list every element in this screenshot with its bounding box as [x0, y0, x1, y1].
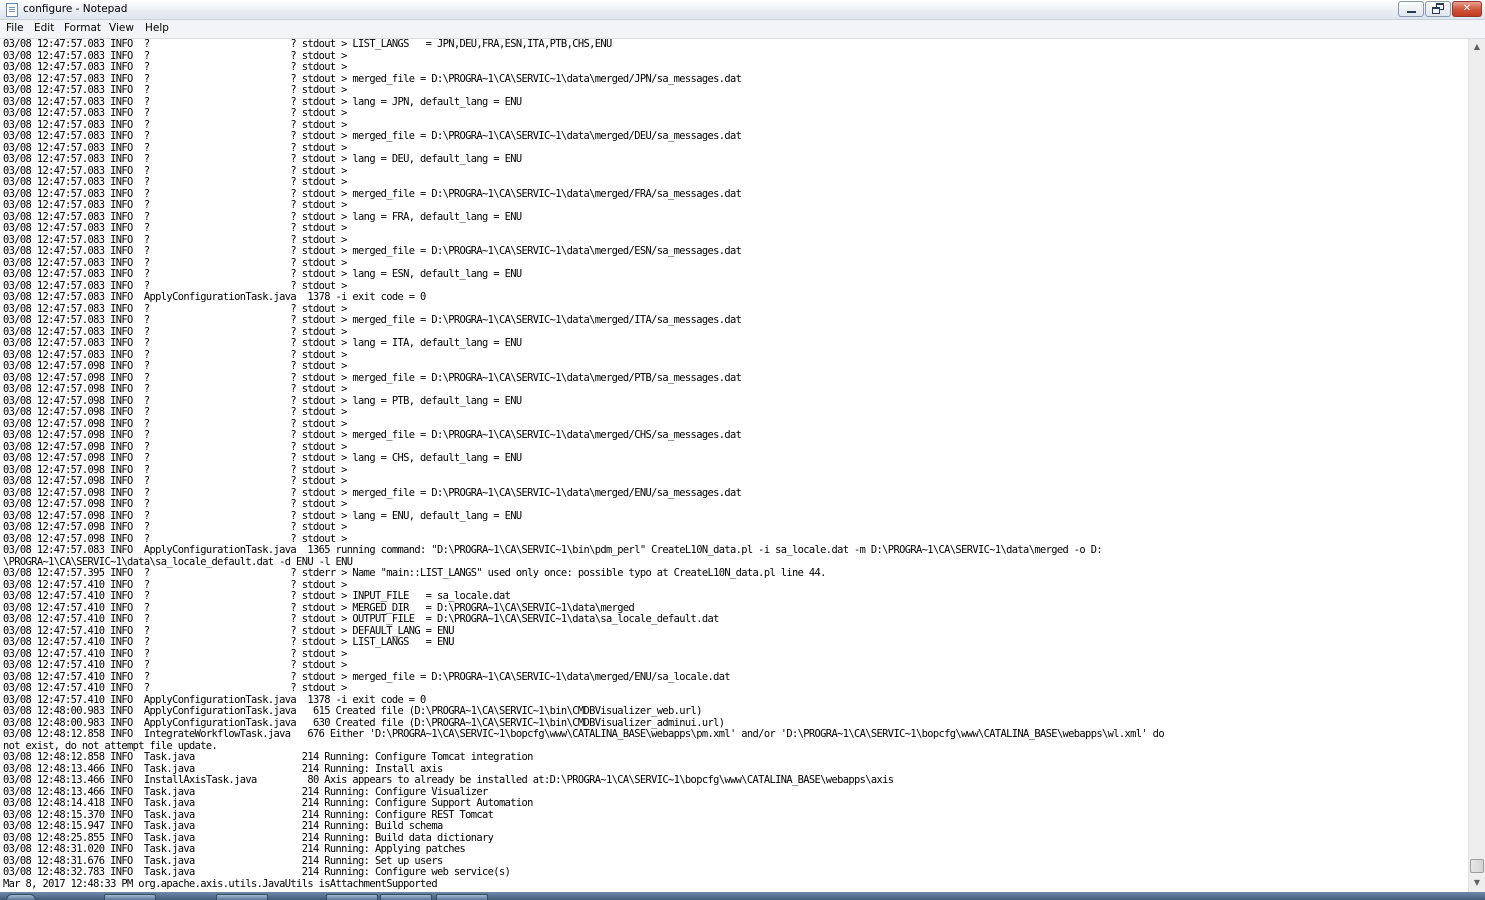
text-line: 03/08 12:47:57.098 INFO ? ? stdout > lan… [3, 452, 522, 464]
close-icon: ✕ [1462, 3, 1472, 14]
text-line: 03/08 12:48:12.858 INFO Task.java 214 Ru… [3, 751, 533, 763]
text-line: 03/08 12:47:57.083 INFO ? ? stdout > [3, 84, 347, 96]
text-line: 03/08 12:48:14.418 INFO Task.java 214 Ru… [3, 797, 533, 809]
text-line: 03/08 12:48:13.466 INFO InstallAxisTask.… [3, 774, 894, 786]
menu-help[interactable]: Help [145, 22, 169, 34]
text-line: 03/08 12:47:57.083 INFO ? ? stdout > mer… [3, 130, 742, 142]
taskbar-app-2[interactable] [216, 894, 268, 900]
taskbar-app-5[interactable] [436, 894, 488, 900]
text-line: 03/08 12:47:57.098 INFO ? ? stdout > [3, 383, 347, 395]
text-line: 03/08 12:47:57.410 INFO ? ? stdout > OUT… [3, 613, 719, 625]
text-line: 03/08 12:47:57.083 INFO ? ? stdout > [3, 107, 347, 119]
maximize-button[interactable] [1425, 1, 1451, 17]
text-line: 03/08 12:47:57.098 INFO ? ? stdout > [3, 360, 347, 372]
minimize-icon [1407, 11, 1416, 13]
text-line: 03/08 12:47:57.083 INFO ? ? stdout > mer… [3, 245, 742, 257]
text-line: 03/08 12:47:57.410 INFO ? ? stdout > INP… [3, 590, 511, 602]
notepad-icon [6, 3, 18, 17]
text-line: 03/08 12:47:57.083 INFO ? ? stdout > LIS… [3, 39, 612, 50]
text-line: 03/08 12:48:32.783 INFO Task.java 214 Ru… [3, 866, 511, 878]
restore-icon-front [1432, 7, 1440, 14]
text-line: 03/08 12:47:57.083 INFO ? ? stdout > [3, 176, 347, 188]
menu-bar: File Edit Format View Help [0, 20, 1485, 39]
text-line: 03/08 12:47:57.083 INFO ? ? stdout > [3, 199, 347, 211]
scroll-down-arrow-icon[interactable]: ▼ [1469, 875, 1485, 891]
text-line: 03/08 12:47:57.098 INFO ? ? stdout > [3, 475, 347, 487]
window-title: configure - Notepad [23, 3, 128, 15]
menu-format[interactable]: Format [64, 22, 101, 34]
text-line: 03/08 12:47:57.083 INFO ? ? stdout > [3, 61, 347, 73]
text-line: 03/08 12:47:57.098 INFO ? ? stdout > [3, 498, 347, 510]
start-button[interactable] [6, 894, 36, 900]
menu-file[interactable]: File [6, 22, 24, 34]
text-line: 03/08 12:48:31.020 INFO Task.java 214 Ru… [3, 843, 466, 855]
text-line: 03/08 12:47:57.410 INFO ? ? stdout > [3, 682, 347, 694]
vertical-scrollbar[interactable]: ▲ ▼ [1468, 39, 1485, 892]
minimize-button[interactable] [1398, 1, 1424, 17]
scroll-up-arrow-icon[interactable]: ▲ [1469, 39, 1485, 55]
text-line: 03/08 12:47:57.083 INFO ? ? stdout > lan… [3, 153, 522, 165]
scroll-thumb[interactable] [1470, 859, 1484, 873]
taskbar-app-4[interactable] [380, 894, 432, 900]
text-line: Mar 8, 2017 12:48:33 PM org.apache.axis.… [3, 877, 438, 890]
text-line: 03/08 12:47:57.410 INFO ? ? stdout > LIS… [3, 636, 454, 648]
text-line: 03/08 12:47:57.098 INFO ? ? stdout > [3, 406, 347, 418]
text-line: 03/08 12:47:57.098 INFO ? ? stdout > mer… [3, 429, 742, 441]
text-line: 03/08 12:47:57.395 INFO ? ? stderr > Nam… [3, 567, 826, 579]
text-line: 03/08 12:47:57.083 INFO ApplyConfigurati… [3, 544, 1103, 556]
text-line: 03/08 12:47:57.083 INFO ? ? stdout > [3, 222, 347, 234]
text-line: 03/08 12:48:12.858 INFO IntegrateWorkflo… [3, 728, 1165, 740]
menu-view[interactable]: View [109, 22, 134, 34]
text-line: 03/08 12:47:57.083 INFO ? ? stdout > mer… [3, 314, 742, 326]
text-line: 03/08 12:47:57.083 INFO ApplyConfigurati… [3, 291, 426, 303]
text-line: 03/08 12:47:57.098 INFO ? ? stdout > [3, 521, 347, 533]
menu-edit[interactable]: Edit [34, 22, 54, 34]
text-line: 03/08 12:47:57.410 INFO ? ? stdout > [3, 659, 347, 671]
close-button[interactable]: ✕ [1452, 1, 1482, 17]
text-line: 03/08 12:47:57.083 INFO ? ? stdout > lan… [3, 337, 522, 349]
title-bar[interactable]: configure - Notepad ✕ [0, 0, 1485, 20]
text-editor-area[interactable]: 03/08 12:47:57.083 INFO ? ? stdout > LIS… [0, 39, 1468, 892]
taskbar-app-3[interactable] [326, 894, 378, 900]
text-line: 03/08 12:48:00.983 INFO ApplyConfigurati… [3, 705, 702, 717]
taskbar-app-1[interactable] [104, 894, 156, 900]
text-line: 03/08 12:48:15.947 INFO Task.java 214 Ru… [3, 820, 443, 832]
text-line: 03/08 12:47:57.083 INFO ? ? stdout > lan… [3, 268, 522, 280]
